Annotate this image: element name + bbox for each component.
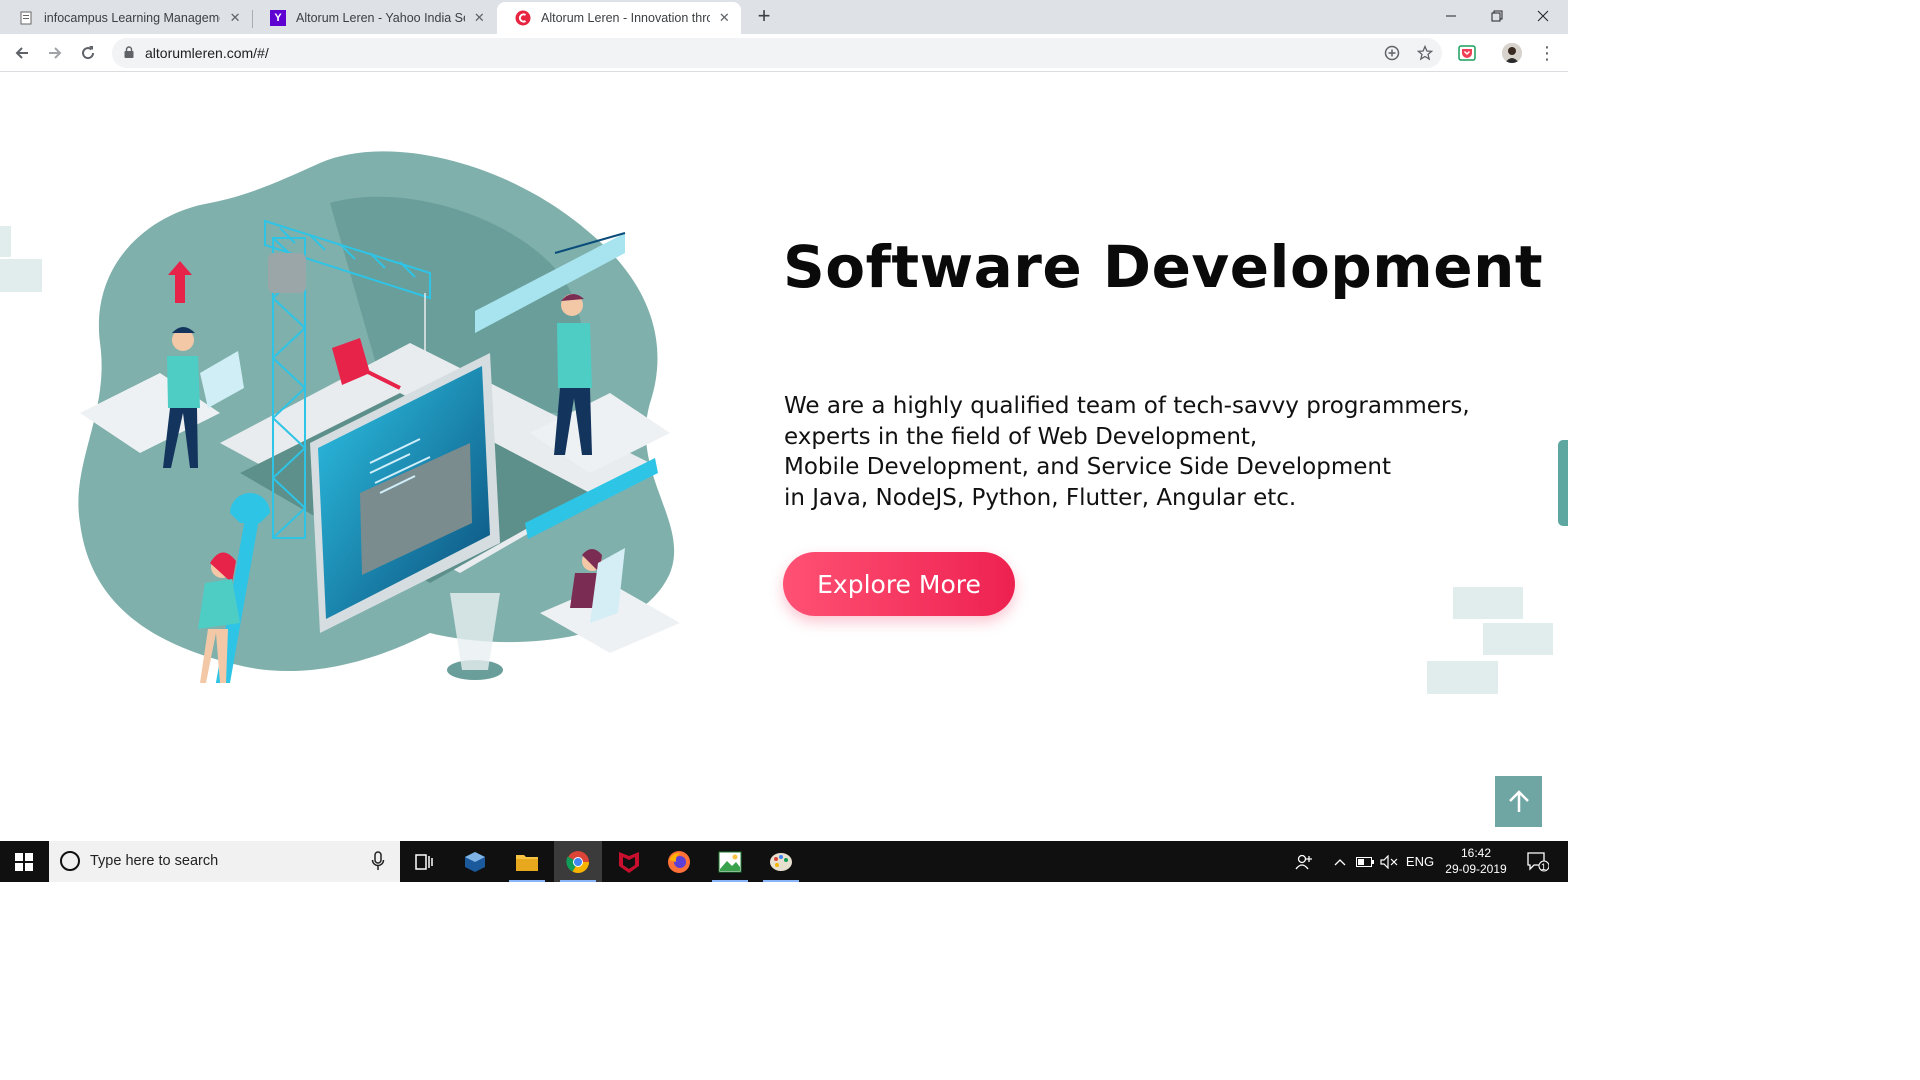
minimize-icon[interactable] — [1428, 0, 1474, 32]
system-clock[interactable]: 16:42 29-09-2019 — [1440, 845, 1512, 877]
action-center-icon[interactable]: 1 — [1518, 841, 1558, 882]
scroll-to-top-button[interactable] — [1495, 776, 1542, 827]
tray-overflow-chevron-icon[interactable] — [1330, 841, 1350, 882]
tab-close-icon[interactable]: ✕ — [718, 10, 731, 26]
url-text: altorumleren.com/#/ — [145, 45, 269, 61]
windows-taskbar: Type here to search ENG 16:42 29-09-2019 — [0, 841, 1568, 882]
tab-yahoo-search[interactable]: Y Altorum Leren - Yahoo India Sear ✕ — [252, 2, 496, 34]
image-viewer-icon[interactable] — [706, 841, 754, 882]
firefox-icon[interactable] — [655, 841, 703, 882]
profile-avatar[interactable] — [1502, 43, 1522, 63]
mcafee-icon[interactable] — [605, 841, 653, 882]
decorative-block — [0, 226, 11, 257]
altorum-favicon-icon — [515, 10, 531, 26]
tab-close-icon[interactable]: ✕ — [228, 10, 242, 26]
tab-close-icon[interactable]: ✕ — [473, 10, 486, 26]
arrow-up-icon — [1508, 789, 1529, 812]
volume-muted-icon[interactable] — [1378, 841, 1400, 882]
forward-icon[interactable] — [42, 40, 68, 66]
taskbar-search-box[interactable]: Type here to search — [49, 841, 400, 882]
software-development-illustration — [78, 151, 680, 683]
document-favicon-icon — [18, 10, 34, 26]
close-window-icon[interactable] — [1520, 0, 1566, 32]
browser-menu-icon[interactable]: ⋮ — [1538, 42, 1556, 64]
paint-icon[interactable] — [757, 841, 805, 882]
decorative-block — [1483, 623, 1553, 655]
notification-count-badge: 1 — [1541, 862, 1547, 872]
tab-title: infocampus Learning Manageme — [44, 11, 221, 25]
virtualbox-icon[interactable] — [451, 841, 499, 882]
add-site-icon[interactable] — [1382, 43, 1402, 63]
browser-toolbar: altorumleren.com/#/ ⋮ — [0, 34, 1568, 72]
battery-icon[interactable] — [1354, 841, 1376, 882]
bookmark-star-icon[interactable] — [1415, 43, 1435, 63]
description-line: We are a highly qualified team of tech-s… — [784, 393, 1470, 419]
tab-strip: infocampus Learning Manageme ✕ Y Altorum… — [0, 0, 1568, 34]
tab-infocampus[interactable]: infocampus Learning Manageme ✕ — [0, 2, 252, 34]
search-placeholder: Type here to search — [90, 853, 219, 869]
windows-logo-icon — [15, 852, 33, 871]
tab-altorum-leren[interactable]: Altorum Leren - Innovation throu ✕ — [497, 2, 741, 34]
description-line: experts in the field of Web Development, — [784, 423, 1258, 450]
section-title: Software Development — [783, 233, 1544, 301]
tab-title: Altorum Leren - Yahoo India Sear — [296, 11, 465, 25]
section-description: We are a highly qualified team of tech-s… — [784, 391, 1544, 513]
input-language-indicator[interactable]: ENG — [1402, 841, 1438, 882]
tab-title: Altorum Leren - Innovation throu — [541, 11, 710, 25]
chrome-icon[interactable] — [554, 841, 602, 882]
reload-icon[interactable] — [75, 40, 101, 66]
decorative-block — [1453, 587, 1523, 619]
description-line: Mobile Development, and Service Side Dev… — [784, 454, 1391, 480]
microphone-icon[interactable] — [371, 851, 385, 871]
yahoo-favicon-icon: Y — [270, 10, 286, 26]
clock-time: 16:42 — [1460, 846, 1492, 860]
new-tab-button[interactable]: + — [752, 4, 776, 28]
explore-more-button[interactable]: Explore More — [783, 552, 1015, 616]
decorative-block — [0, 259, 42, 292]
restore-icon[interactable] — [1474, 0, 1520, 32]
scrollbar-thumb[interactable] — [1558, 440, 1568, 526]
windows-start-button[interactable] — [0, 841, 48, 882]
cortana-icon — [60, 851, 80, 871]
decorative-block — [1427, 661, 1498, 694]
people-icon[interactable] — [1290, 841, 1318, 882]
task-view-icon[interactable] — [400, 841, 448, 882]
back-icon[interactable] — [9, 40, 35, 66]
page-content: Software Development We are a highly qua… — [0, 73, 1568, 841]
description-line: in Java, NodeJS, Python, Flutter, Angula… — [784, 484, 1297, 511]
file-explorer-icon[interactable] — [503, 841, 551, 882]
pocket-extension-icon[interactable] — [1457, 43, 1477, 63]
address-bar[interactable]: altorumleren.com/#/ — [112, 38, 1442, 68]
lock-icon — [124, 46, 134, 58]
clock-date: 29-09-2019 — [1445, 862, 1507, 876]
